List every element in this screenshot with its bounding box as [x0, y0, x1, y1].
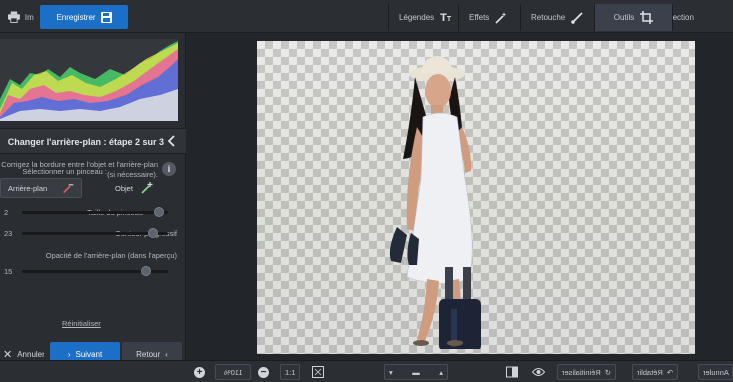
cancel-label: Annuler: [17, 349, 44, 359]
brush-plus-icon: [141, 182, 153, 194]
save-button[interactable]: Enregistrer: [40, 5, 128, 29]
brush-objet-button[interactable]: Objet: [108, 178, 160, 198]
tab-effets[interactable]: Effets: [458, 4, 520, 31]
magic-wand-icon: [495, 11, 507, 24]
slider-knob[interactable]: [154, 207, 165, 217]
chevron-left-icon: ‹: [165, 349, 168, 359]
print-label: Imprimer: [24, 12, 34, 22]
tab-retouche-label: Retouche: [531, 13, 566, 22]
tab-outils[interactable]: Outils: [594, 4, 672, 31]
printer-icon: [8, 11, 20, 23]
chevron-left-icon[interactable]: [167, 134, 177, 148]
folder-icon[interactable]: ▬: [412, 368, 420, 377]
tab-legendes[interactable]: Légendes TT: [388, 4, 458, 31]
photo-canvas[interactable]: [257, 41, 695, 354]
slider-opacite-label: Opacité de l'arrière-plan (dans l'aperçu…: [45, 251, 177, 260]
brush-icon: [571, 11, 583, 24]
undo-label: Annuler: [703, 367, 729, 377]
brush-selector: Objet Arrière-plan: [0, 178, 186, 200]
chevron-right-icon: ›: [67, 349, 71, 359]
tab-retouche[interactable]: Retouche: [520, 4, 594, 31]
info-icon: i: [162, 162, 176, 176]
brush-arriere-plan-button[interactable]: Arrière-plan: [0, 178, 82, 198]
redo-button[interactable]: Rétablir ↶: [632, 364, 679, 380]
zoom-in-button[interactable]: +: [194, 364, 205, 380]
refresh-icon: ↻: [604, 367, 612, 377]
tab-legendes-label: Légendes: [399, 13, 435, 22]
slider-contour[interactable]: [22, 228, 168, 238]
top-toolbar: Imprimer Enregistrer Légendes TT Effets …: [0, 0, 733, 33]
tab-effets-label: Effets: [469, 13, 490, 22]
save-label: Enregistrer: [56, 12, 96, 22]
step-title: Changer l'arrière-plan : étape 2 sur 3: [7, 137, 164, 147]
tab-selection[interactable]: Sélection: [672, 4, 733, 31]
floppy-disk-icon: [100, 11, 112, 23]
zoom-1-1-label: 1:1: [285, 367, 296, 377]
close-icon: ✕: [3, 348, 13, 361]
slider-opacite-value: 15: [4, 267, 13, 276]
subject-woman-image: [389, 56, 481, 349]
histogram: [0, 39, 178, 121]
fit-screen-button[interactable]: [312, 364, 324, 380]
print-button[interactable]: Imprimer: [4, 5, 38, 29]
reset-all-button[interactable]: Réinitialiser ↻: [557, 364, 617, 380]
slider-taille-value: 2: [4, 208, 9, 217]
zoom-in-icon: +: [194, 366, 205, 378]
left-panel: Changer l'arrière-plan : étape 2 sur 3 C…: [0, 33, 186, 366]
text-icon: TT: [440, 11, 452, 24]
next-label: Suivant: [75, 349, 103, 359]
redo-label: Rétablir: [637, 367, 663, 377]
brush-minus-icon: [63, 184, 74, 194]
brush-arriere-label: Arrière-plan: [8, 183, 48, 193]
back-label: Retour: [136, 349, 161, 359]
eye-icon: [532, 368, 545, 376]
zoom-level-value: 110%: [223, 367, 243, 377]
zoom-out-button[interactable]: −: [258, 364, 269, 380]
slider-taille[interactable]: [22, 207, 168, 217]
chevron-down-icon[interactable]: ▾: [389, 368, 393, 377]
undo-button[interactable]: Annuler: [698, 364, 733, 380]
tab-outils-label: Outils: [613, 13, 635, 22]
brush-label: Sélectionner un pinceau :: [22, 167, 107, 176]
preview-button[interactable]: [532, 364, 545, 380]
tab-selection-label: Sélection: [672, 13, 694, 22]
reset-all-label: Réinitialiser: [562, 367, 601, 377]
slider-contour-value: 23: [4, 229, 13, 238]
redo-icon: ↶: [666, 367, 674, 377]
zoom-out-icon: −: [258, 366, 269, 378]
canvas-area: [187, 33, 733, 360]
chevron-up-icon[interactable]: ▴: [439, 368, 443, 377]
compare-button[interactable]: [506, 364, 518, 380]
brush-objet-label: Objet: [115, 183, 133, 193]
tool-tabs: Légendes TT Effets Retouche Outils ectio…: [388, 4, 733, 31]
bottom-bar: + 110% − 1:1 ▾ ▬ ▴ Réinitialiser ↻ Rétab…: [0, 360, 733, 382]
crop-icon: [640, 11, 654, 24]
prev-next-nav: ▾ ▬ ▴: [384, 364, 448, 380]
zoom-level[interactable]: 110%: [215, 364, 251, 380]
step-header: Changer l'arrière-plan : étape 2 sur 3: [0, 128, 186, 154]
slider-opacite[interactable]: [22, 266, 168, 276]
slider-knob[interactable]: [141, 266, 152, 276]
compare-icon: [506, 366, 518, 378]
zoom-1-1-button[interactable]: 1:1: [280, 364, 301, 380]
fit-screen-icon: [312, 366, 324, 378]
reset-link[interactable]: Réinitialiser: [62, 319, 101, 328]
